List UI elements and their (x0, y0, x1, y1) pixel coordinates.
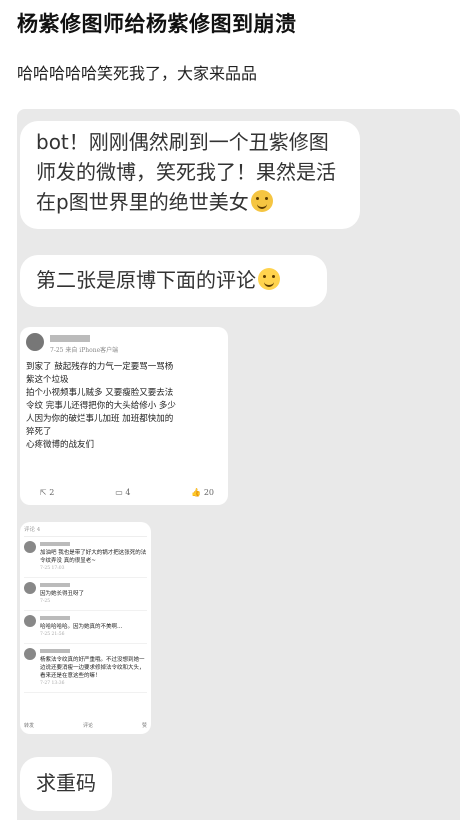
comment-item: 杨紫法令纹真的好严重哦。不过没想到她一边说还要消瘦一边要求修掉法令纹和大头，看来… (24, 644, 147, 693)
comment-time: 7-25 17:03 (40, 566, 65, 571)
post-actions: ⇱ 2 ▭ 4 👍 20 (40, 488, 214, 497)
page-subtitle: 哈哈哈哈哈笑死我了，大家来品品 (17, 64, 258, 83)
post-line: 拍个小视频事儿贼多 又要瘦脸又要去法 (26, 388, 174, 398)
page-title: 杨紫修图师给杨紫修图到崩溃 (17, 12, 297, 36)
smile-emoji-icon (250, 190, 273, 212)
post-line: 人因为你的破烂事儿加班 加班都快加的 (26, 414, 174, 424)
comment-item: 哈哈哈哈哈。因为她真的不美啊… 7-25 21:56 (24, 611, 147, 644)
avatar (24, 615, 36, 627)
comment-text: 杨紫法令纹真的好严重哦。不过没想到她一边说还要消瘦一边要求修掉法令纹和大头，看来… (40, 657, 145, 679)
username-blur (50, 335, 90, 342)
comment-time: 7-27 13:36 (40, 681, 65, 686)
comment-text: 因为她长得丑呀了 (40, 591, 85, 597)
chat-bubble-3: 求重码 (20, 757, 112, 811)
chat-bubble-1: bot！刚刚偶然刷到一个丑紫修图师发的微博，笑死我了！果然是活在p图世界里的绝世… (20, 121, 360, 229)
like-count: 👍 20 (191, 488, 214, 497)
comment-action: 评论 (82, 723, 93, 729)
chat-bubble-2: 第二张是原博下面的评论 (20, 255, 327, 307)
comment-text: 加油吧 我也是带了好大的锅才把这张死的法令纹弄没 真的很显老~ (40, 550, 147, 564)
chat-text-2: 第二张是原博下面的评论 (36, 268, 256, 292)
avatar (24, 648, 36, 660)
comment-time: 7-25 21:56 (40, 632, 65, 637)
chat-text-3: 求重码 (36, 771, 96, 795)
weibo-post-image[interactable]: 7-25 来自 iPhone客户端 到家了 鼓起残存的力气一定要骂一骂杨 紫这个… (20, 327, 228, 505)
avatar (24, 582, 36, 594)
comment-time: 7-25 (40, 599, 51, 604)
comment-item: 因为她长得丑呀了 7-25 (24, 578, 147, 611)
post-body: 到家了 鼓起残存的力气一定要骂一骂杨 紫这个垃圾 拍个小视频事儿贼多 又要瘦脸又… (26, 361, 222, 452)
post-line: 令纹 完事儿还得把你的大头给修小 多少 (26, 401, 176, 411)
comments-action-bar: 转发 评论 赞 (24, 722, 147, 730)
chat-screenshot: bot！刚刚偶然刷到一个丑紫修图师发的微博，笑死我了！果然是活在p图世界里的绝世… (17, 109, 460, 820)
avatar (24, 541, 36, 553)
repost-action: 转发 (24, 723, 35, 729)
comment-text: 哈哈哈哈哈。因为她真的不美啊… (40, 624, 123, 630)
like-action: 赞 (141, 723, 147, 729)
avatar (26, 333, 44, 351)
post-line: 心疼微博的战友们 (26, 440, 95, 450)
post-meta: 7-25 来自 iPhone客户端 (50, 347, 119, 354)
weibo-comments-image[interactable]: 评论 4 加油吧 我也是带了好大的锅才把这张死的法令纹弄没 真的很显老~ 7-2… (20, 522, 151, 734)
comment-item: 加油吧 我也是带了好大的锅才把这张死的法令纹弄没 真的很显老~ 7-25 17:… (24, 537, 147, 578)
chat-text-1: bot！刚刚偶然刷到一个丑紫修图师发的微博，笑死我了！果然是活在p图世界里的绝世… (36, 130, 336, 214)
post-line: 到家了 鼓起残存的力气一定要骂一骂杨 (26, 362, 174, 372)
post-line: 紫这个垃圾 (26, 375, 69, 385)
post-line: 猝死了 (26, 427, 52, 437)
laugh-cry-emoji-icon (258, 268, 280, 290)
comment-count: ▭ 4 (115, 488, 131, 497)
repost-count: ⇱ 2 (40, 488, 55, 497)
comments-header: 评论 4 (24, 526, 147, 537)
